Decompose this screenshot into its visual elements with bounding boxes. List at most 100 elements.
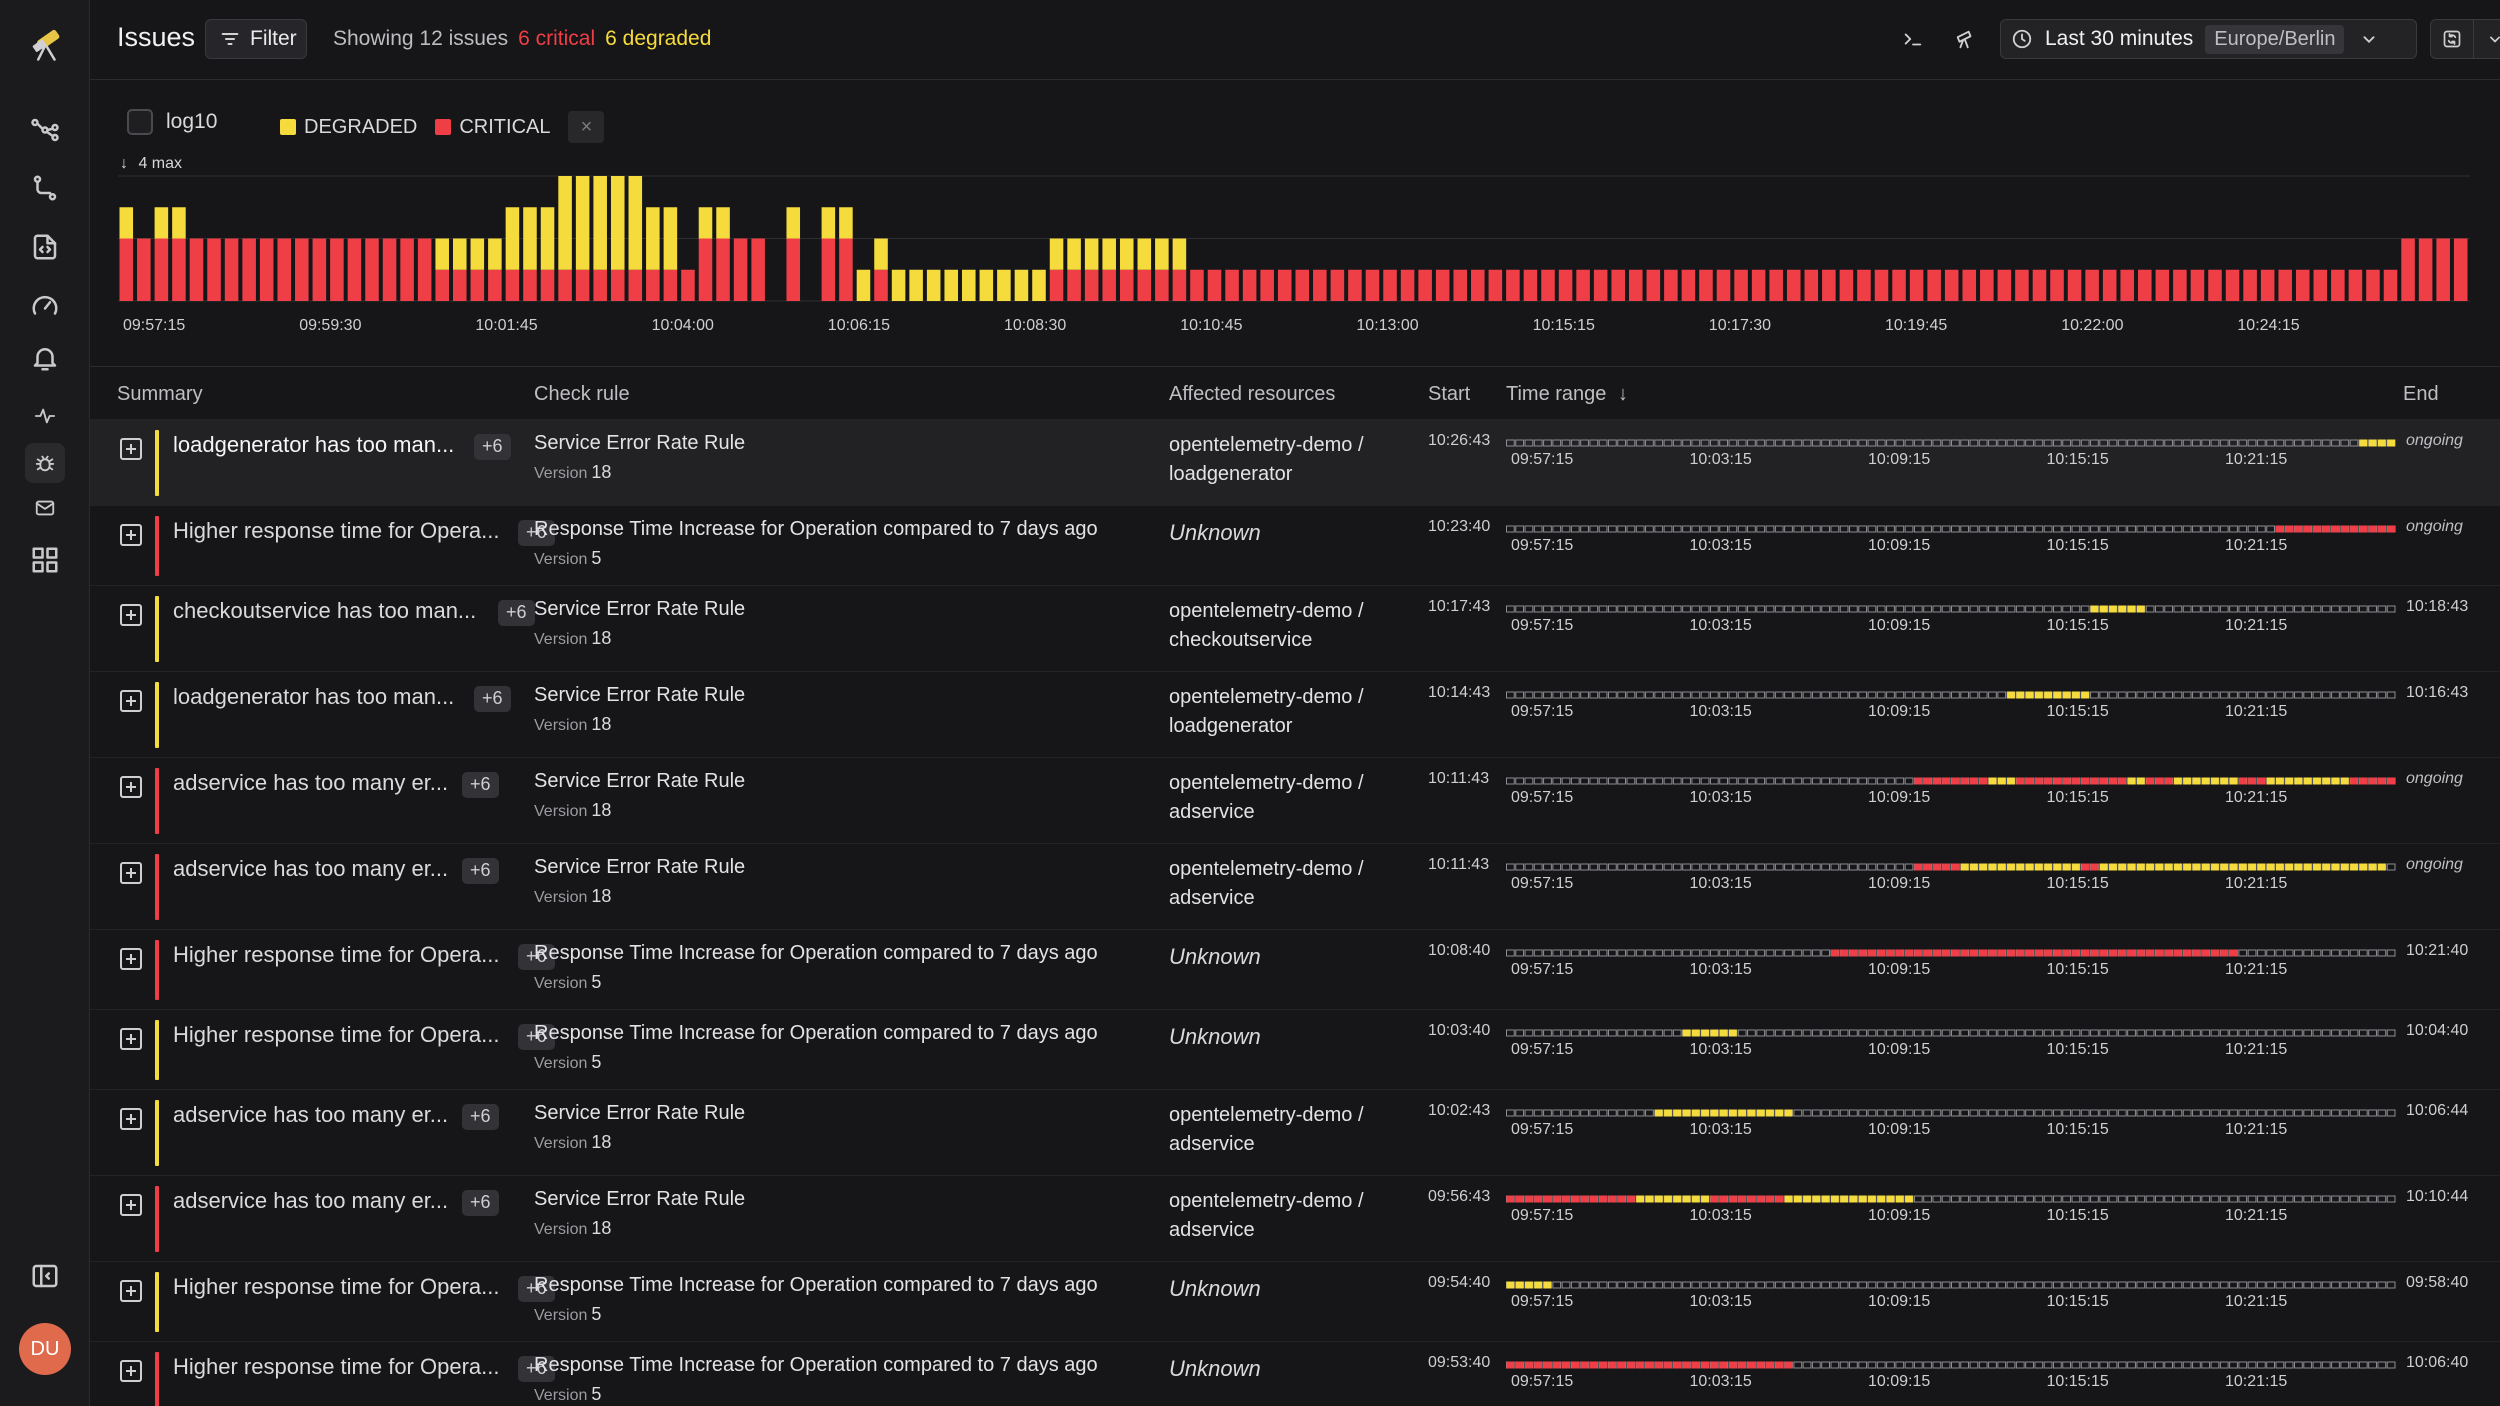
bar-critical[interactable] (2067, 269, 2082, 301)
bar-critical[interactable] (1242, 269, 1257, 301)
check-rule-name[interactable]: Response Time Increase for Operation com… (534, 1022, 1098, 1045)
check-rule-name[interactable]: Service Error Rate Rule (534, 1188, 745, 1211)
bar-critical[interactable] (1348, 269, 1362, 301)
gauge-icon[interactable] (25, 286, 65, 326)
degraded-count[interactable]: 6 degraded (605, 27, 711, 50)
bar-critical[interactable] (1102, 269, 1116, 301)
bar-degraded[interactable] (891, 269, 906, 301)
check-rule-name[interactable]: Response Time Increase for Operation com… (534, 518, 1098, 541)
affected-resource[interactable]: opentelemetry-demo / loadgenerator (1169, 683, 1364, 741)
bar-critical[interactable] (1909, 269, 1924, 301)
code-icon[interactable] (25, 227, 65, 267)
bar-degraded[interactable] (488, 238, 502, 270)
bar-critical[interactable] (382, 238, 397, 302)
bar-critical[interactable] (224, 238, 239, 302)
check-rule-name[interactable]: Response Time Increase for Operation com… (534, 1274, 1098, 1297)
bar-critical[interactable] (1804, 269, 1819, 301)
column-start[interactable]: Start (1428, 383, 1470, 406)
bar-degraded[interactable] (558, 176, 572, 270)
bar-critical[interactable] (470, 269, 485, 301)
bar-degraded[interactable] (944, 269, 959, 301)
bar-critical[interactable] (2050, 269, 2064, 301)
issue-timeline[interactable]: 09:57:15 10:03:15 10:09:15 10:15:15 10:21:15 (1506, 1102, 2396, 1142)
bar-degraded[interactable] (839, 207, 853, 239)
bar-critical[interactable] (2436, 238, 2450, 302)
bar-degraded[interactable] (575, 176, 590, 270)
bar-critical[interactable] (1119, 269, 1134, 301)
bar-critical[interactable] (347, 238, 362, 302)
bar-critical[interactable] (540, 269, 555, 301)
workflow-icon[interactable] (25, 168, 65, 208)
telescope-icon[interactable] (1948, 22, 1982, 56)
bar-degraded[interactable] (435, 238, 449, 270)
bar-critical[interactable] (1822, 269, 1836, 301)
bar-critical[interactable] (2418, 238, 2433, 302)
bar-critical[interactable] (646, 269, 660, 301)
bar-critical[interactable] (1067, 269, 1081, 301)
bar-critical[interactable] (1628, 269, 1643, 301)
bar-critical[interactable] (2085, 269, 2099, 301)
related-count-badge[interactable]: +6 (474, 434, 511, 460)
bar-critical[interactable] (1471, 269, 1485, 301)
bar-critical[interactable] (2278, 269, 2292, 301)
bar-critical[interactable] (733, 238, 748, 302)
bar-critical[interactable] (435, 269, 449, 301)
bar-critical[interactable] (2208, 269, 2222, 301)
table-row[interactable]: checkoutservice has too man... +6 Service … (90, 585, 2500, 671)
issue-summary-text[interactable]: loadgenerator has too man... (173, 432, 454, 458)
bar-critical[interactable] (1593, 269, 1608, 301)
bar-critical[interactable] (400, 238, 414, 302)
issue-summary-text[interactable]: checkoutservice has too man... (173, 598, 476, 624)
bar-degraded[interactable] (452, 238, 467, 270)
bar-critical[interactable] (663, 269, 678, 301)
table-row[interactable]: loadgenerator has too man... +6 Service Er… (90, 419, 2500, 505)
grid-icon[interactable] (25, 540, 65, 580)
bar-critical[interactable] (2173, 269, 2187, 301)
bar-critical[interactable] (1944, 269, 1959, 301)
bar-critical[interactable] (1225, 269, 1239, 301)
bell-icon[interactable] (25, 338, 65, 378)
bar-critical[interactable] (1435, 269, 1450, 301)
column-time-range[interactable]: Time range ↓ (1506, 383, 1628, 406)
bar-degraded[interactable] (1119, 238, 1134, 270)
bar-degraded[interactable] (523, 207, 537, 270)
expand-row-icon[interactable] (120, 690, 142, 712)
bar-degraded[interactable] (997, 269, 1011, 301)
bar-degraded[interactable] (874, 238, 888, 270)
bar-critical[interactable] (2120, 269, 2135, 301)
refresh-interval-dropdown[interactable] (2473, 20, 2500, 58)
bar-critical[interactable] (488, 269, 502, 301)
affected-resource[interactable]: opentelemetry-demo / loadgenerator (1169, 431, 1364, 489)
bar-critical[interactable] (2155, 269, 2170, 301)
bar-critical[interactable] (452, 269, 467, 301)
bar-degraded[interactable] (909, 269, 923, 301)
bug-icon[interactable] (25, 443, 65, 483)
bar-critical[interactable] (2401, 238, 2415, 302)
pulse-icon[interactable] (25, 396, 65, 436)
bar-critical[interactable] (628, 269, 643, 301)
logo-icon[interactable] (25, 20, 69, 64)
bar-degraded[interactable] (716, 207, 730, 239)
bar-critical[interactable] (1523, 269, 1538, 301)
bar-degraded[interactable] (1102, 238, 1116, 270)
related-count-badge[interactable]: +6 (498, 600, 535, 626)
bar-degraded[interactable] (1049, 238, 1064, 270)
table-row[interactable]: Higher response time for Opera... +6 Respo… (90, 1009, 2500, 1089)
bar-critical[interactable] (312, 238, 327, 302)
bar-critical[interactable] (786, 238, 801, 302)
bar-degraded[interactable] (610, 176, 625, 270)
issue-timeline[interactable]: 09:57:15 10:03:15 10:09:15 10:15:15 10:21:15 (1506, 1274, 2396, 1314)
related-count-badge[interactable]: +6 (462, 772, 499, 798)
bar-critical[interactable] (1962, 269, 1977, 301)
check-rule-name[interactable]: Service Error Rate Rule (534, 770, 745, 793)
bar-degraded[interactable] (1155, 238, 1169, 270)
expand-row-icon[interactable] (120, 524, 142, 546)
time-range-picker[interactable]: Last 30 minutes Europe/Berlin (2000, 19, 2417, 59)
bar-degraded[interactable] (628, 176, 643, 270)
table-row[interactable]: loadgenerator has too man... +6 Service Er… (90, 671, 2500, 757)
bar-critical[interactable] (1786, 269, 1801, 301)
column-check-rule[interactable]: Check rule (534, 383, 630, 406)
bar-degraded[interactable] (856, 269, 871, 301)
table-row[interactable]: adservice has too many er... +6 Service Er… (90, 1089, 2500, 1175)
bar-degraded[interactable] (663, 207, 678, 270)
